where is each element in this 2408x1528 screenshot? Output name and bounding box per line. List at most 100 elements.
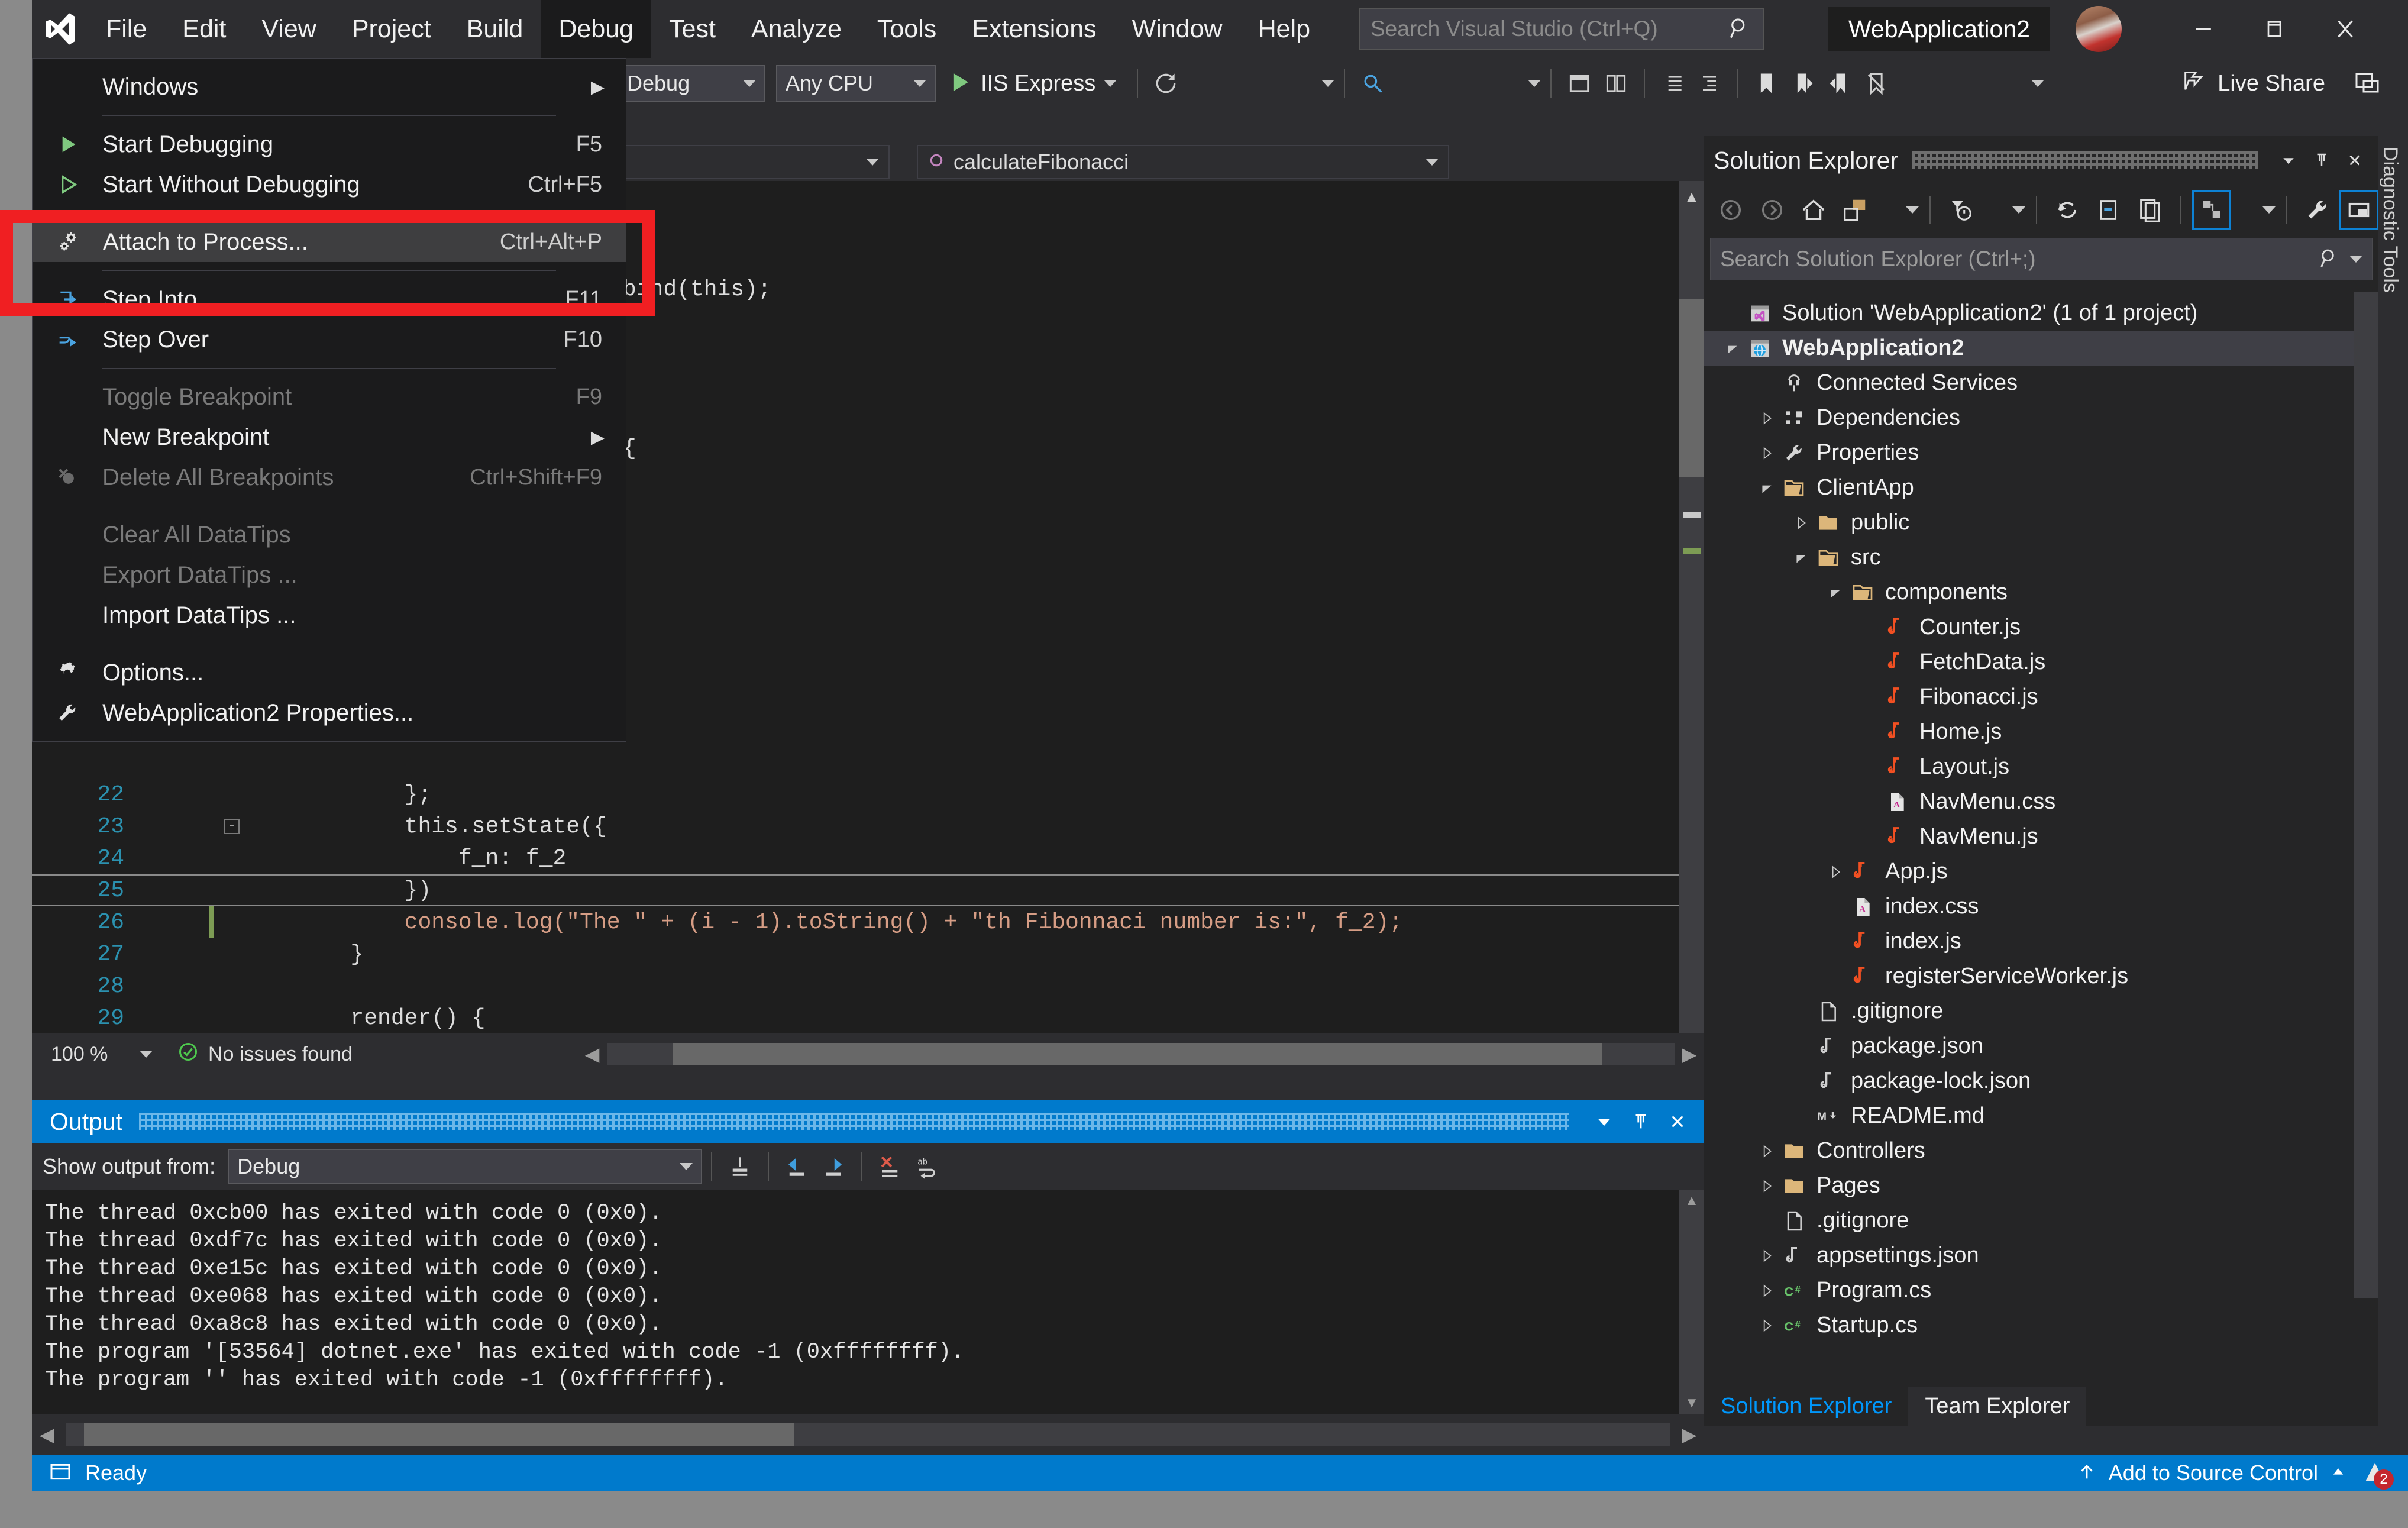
chevron-right-icon[interactable] (1755, 445, 1779, 461)
restore-button[interactable] (2239, 0, 2310, 58)
close-button[interactable] (2338, 144, 2371, 177)
drag-handle[interactable] (1912, 151, 2258, 169)
go-to-next-message-icon[interactable] (815, 1148, 852, 1185)
chevron-down-icon[interactable] (1789, 550, 1813, 566)
tree-item-connected-services[interactable]: Connected Services (1704, 366, 2378, 400)
notifications-button[interactable]: 2 (2358, 1456, 2394, 1490)
menu-item-windows[interactable]: Windows ▶ (33, 67, 626, 107)
zoom-select[interactable]: 100 % (43, 1038, 161, 1070)
next-bookmark-icon[interactable] (1821, 65, 1858, 102)
tab-solution-explorer[interactable]: Solution Explorer (1704, 1387, 1909, 1426)
menu-item-export-datatips[interactable]: Export DataTips ... (33, 555, 626, 595)
chevron-down-icon[interactable] (1755, 480, 1779, 496)
clear-all-icon[interactable] (872, 1148, 909, 1185)
menu-analyze[interactable]: Analyze (733, 0, 859, 58)
collapse-all-icon[interactable] (2089, 190, 2128, 230)
scroll-right-arrow-icon[interactable]: ▶ (1675, 1043, 1704, 1065)
solution-explorer-vertical-scrollbar[interactable] (2354, 292, 2378, 1350)
decrease-indent-icon[interactable] (1654, 65, 1691, 102)
scrollbar-track[interactable] (607, 1043, 1675, 1065)
pending-changes-filter-icon[interactable] (1941, 190, 1980, 230)
menu-project[interactable]: Project (334, 0, 449, 58)
solution-explorer-search-input[interactable]: Search Solution Explorer (Ctrl+;) (1710, 238, 2373, 280)
chevron-right-icon[interactable] (1755, 411, 1779, 426)
clear-bookmarks-icon[interactable] (1858, 65, 1895, 102)
menu-build[interactable]: Build (449, 0, 541, 58)
show-all-files-icon[interactable] (2131, 190, 2170, 230)
properties-wrench-icon[interactable] (2298, 190, 2337, 230)
start-debugging-button[interactable]: IIS Express (936, 65, 1127, 102)
tree-item-layout-js[interactable]: Layout.js (1704, 750, 2378, 784)
scroll-left-arrow-icon[interactable]: ◀ (32, 1423, 62, 1446)
tree-item-package-json[interactable]: package.json (1704, 1029, 2378, 1064)
magnifier-tool-icon[interactable] (1355, 65, 1391, 102)
tab-team-explorer[interactable]: Team Explorer (1908, 1387, 2087, 1426)
add-to-source-control-button[interactable]: Add to Source Control (2109, 1461, 2318, 1485)
menu-extensions[interactable]: Extensions (954, 0, 1114, 58)
close-button[interactable] (1659, 1103, 1696, 1140)
tree-item-app-js[interactable]: App.js (1704, 854, 2378, 889)
menu-item-import-datatips[interactable]: Import DataTips ... (33, 595, 626, 635)
tree-item-pages[interactable]: Pages (1704, 1168, 2378, 1203)
refresh-icon[interactable] (2048, 190, 2087, 230)
menu-item-start-debugging[interactable]: Start Debugging F5 (33, 124, 626, 164)
tree-item-readme-md[interactable]: M README.md (1704, 1099, 2378, 1133)
output-horizontal-scrollbar[interactable]: ◀ ▶ (32, 1414, 1704, 1455)
previous-bookmark-icon[interactable] (1785, 65, 1821, 102)
tree-item-package-lock-json[interactable]: package-lock.json (1704, 1064, 2378, 1099)
tree-item-registerserviceworker-js[interactable]: registerServiceWorker.js (1704, 959, 2378, 994)
menu-edit[interactable]: Edit (164, 0, 244, 58)
restart-icon[interactable] (1148, 65, 1184, 102)
pane-dropdown-button[interactable] (2272, 144, 2305, 177)
chevron-right-icon[interactable] (1755, 1178, 1779, 1194)
tree-item-counter-js[interactable]: Counter.js (1704, 610, 2378, 645)
menu-help[interactable]: Help (1240, 0, 1328, 58)
forward-icon[interactable] (1753, 190, 1792, 230)
tree-item-navmenu-css[interactable]: A NavMenu.css (1704, 784, 2378, 819)
diagnostic-tools-tab[interactable]: Diagnostic Tools (2378, 136, 2408, 467)
menu-item-new-breakpoint[interactable]: New Breakpoint ▶ (33, 417, 626, 457)
menu-item-clear-all-datatips[interactable]: Clear All DataTips (33, 515, 626, 555)
output-dropdown-button[interactable] (1586, 1103, 1622, 1140)
scrollbar-thumb[interactable] (673, 1043, 1602, 1065)
output-source-select[interactable]: Debug (228, 1149, 702, 1184)
fold-toggle-icon[interactable]: - (224, 819, 240, 834)
chevron-down-icon[interactable] (1906, 206, 1919, 214)
search-input[interactable]: Search Visual Studio (Ctrl+Q) (1359, 8, 1764, 50)
navbar-member-select[interactable]: calculateFibonacci (917, 145, 1449, 179)
debug-menu-dropdown[interactable]: Windows ▶ Start Debugging F5 Start Witho… (32, 58, 626, 742)
tree-item-components[interactable]: components (1704, 575, 2378, 610)
increase-indent-icon[interactable] (1691, 65, 1728, 102)
chevron-right-icon[interactable] (1755, 1283, 1779, 1298)
scroll-left-arrow-icon[interactable]: ◀ (577, 1043, 607, 1065)
editor-horizontal-scrollbar[interactable]: ◀ ▶ (577, 1039, 1704, 1069)
chevron-down-icon[interactable] (1721, 341, 1744, 356)
minimize-button[interactable] (2168, 0, 2239, 58)
chevron-right-icon[interactable] (1755, 1318, 1779, 1333)
tree-item-webapplication2[interactable]: WebApplication2 (1704, 331, 2378, 366)
tree-item-index-css[interactable]: Aindex.css (1704, 889, 2378, 924)
bookmark-icon[interactable] (1748, 65, 1785, 102)
tree-item-home-js[interactable]: Home.js (1704, 715, 2378, 750)
tree-item-startup-cs[interactable]: C # Startup.cs (1704, 1308, 2378, 1343)
scroll-right-arrow-icon[interactable]: ▶ (1675, 1423, 1704, 1446)
configuration-select[interactable]: Debug (618, 65, 765, 102)
feedback-icon[interactable] (2349, 65, 2386, 102)
tree-item-index-js[interactable]: index.js (1704, 924, 2378, 959)
chevron-right-icon[interactable] (1755, 1248, 1779, 1264)
tree-item-fetchdata-js[interactable]: FetchData.js (1704, 645, 2378, 680)
chevron-right-icon[interactable] (1755, 1143, 1779, 1159)
split-window-icon[interactable] (1598, 65, 1634, 102)
drag-handle[interactable] (139, 1113, 1569, 1130)
home-icon[interactable] (1794, 190, 1833, 230)
live-share-button[interactable]: Live Share (2181, 67, 2349, 100)
chevron-down-icon[interactable] (2031, 80, 2045, 87)
editor-vertical-scrollbar[interactable] (1679, 181, 1704, 1033)
tree-item-public[interactable]: public (1704, 505, 2378, 540)
toggle-word-wrap-icon[interactable]: ab (909, 1148, 945, 1185)
chevron-right-icon[interactable] (1789, 515, 1813, 531)
chevron-down-icon[interactable] (1824, 585, 1847, 600)
platform-select[interactable]: Any CPU (776, 65, 936, 102)
tree-item-clientapp[interactable]: ClientApp (1704, 470, 2378, 505)
scrollbar-thumb[interactable] (2354, 292, 2378, 1298)
